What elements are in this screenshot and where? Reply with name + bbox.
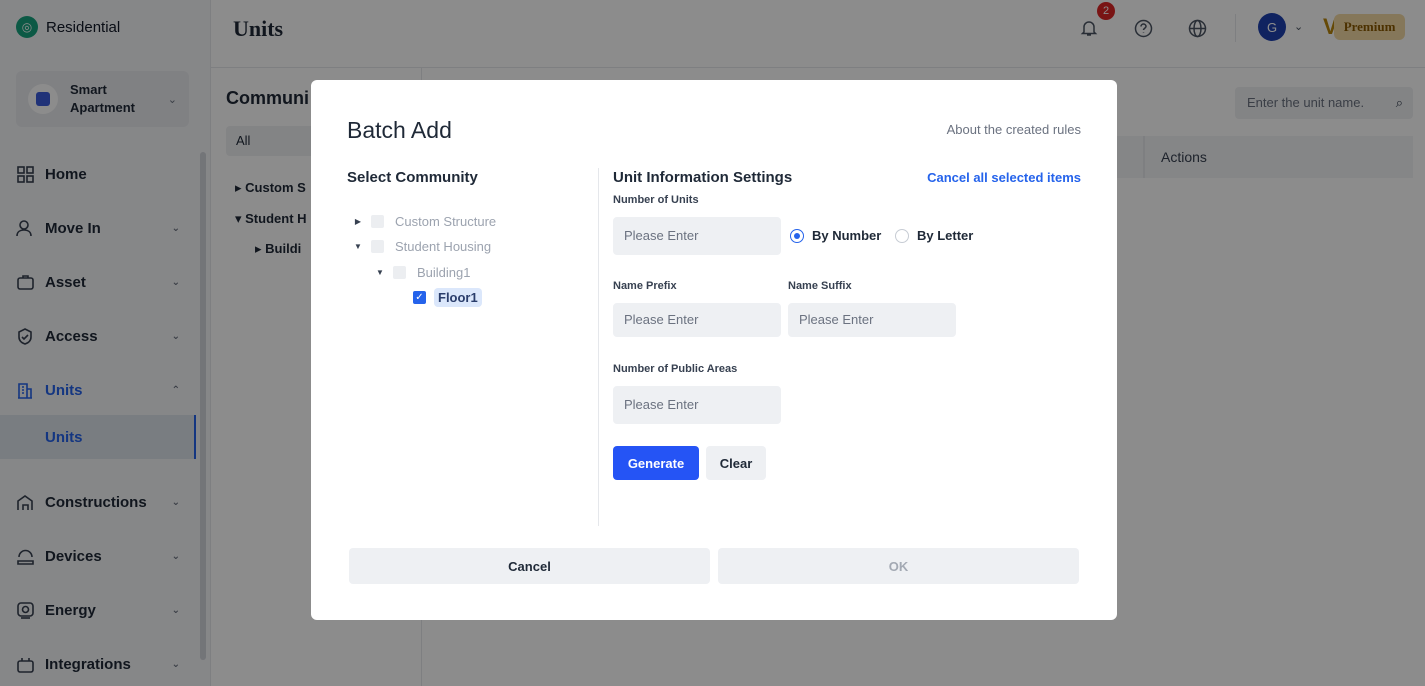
name-suffix-label: Name Suffix bbox=[788, 280, 852, 292]
radio-dot[interactable] bbox=[895, 228, 909, 243]
tree-node-student-housing[interactable]: ▼ Student Housing bbox=[353, 239, 491, 254]
modal-divider bbox=[598, 168, 599, 526]
radio-by-letter[interactable]: By Letter bbox=[895, 228, 973, 243]
radio-label: By Number bbox=[812, 228, 882, 243]
name-prefix-label: Name Prefix bbox=[613, 280, 677, 292]
tree-node-label: Floor1 bbox=[434, 288, 482, 307]
name-prefix-input[interactable]: Please Enter bbox=[613, 303, 781, 337]
tree-node-label: Student Housing bbox=[395, 239, 492, 254]
public-areas-label: Number of Public Areas bbox=[613, 363, 738, 375]
checkbox[interactable] bbox=[371, 240, 384, 253]
checkbox-checked[interactable]: ✓ bbox=[413, 291, 426, 304]
name-suffix-input[interactable]: Please Enter bbox=[788, 303, 956, 337]
radio-dot[interactable] bbox=[790, 228, 804, 243]
cancel-button[interactable]: Cancel bbox=[349, 548, 710, 584]
about-rules-link[interactable]: About the created rules bbox=[947, 122, 1081, 137]
tree-node-building1[interactable]: ▼ Building1 bbox=[375, 265, 471, 280]
number-of-units-label: Number of Units bbox=[613, 194, 699, 206]
modal-title: Batch Add bbox=[347, 117, 452, 143]
tree-node-custom-structure[interactable]: ▶ Custom Structure bbox=[353, 214, 496, 229]
select-community-title: Select Community bbox=[347, 169, 478, 186]
checkbox[interactable] bbox=[371, 215, 384, 228]
batch-add-modal: Batch Add About the created rules Select… bbox=[311, 80, 1117, 620]
radio-label: By Letter bbox=[917, 228, 974, 243]
caret-right-icon[interactable]: ▶ bbox=[353, 217, 363, 226]
checkbox[interactable] bbox=[393, 266, 406, 279]
tree-node-label: Building1 bbox=[417, 265, 471, 280]
clear-button[interactable]: Clear bbox=[706, 446, 766, 480]
radio-by-number[interactable]: By Number bbox=[790, 228, 881, 243]
caret-down-icon[interactable]: ▼ bbox=[353, 242, 363, 251]
tree-node-floor1[interactable]: ✓ Floor1 bbox=[395, 288, 482, 307]
cancel-all-selected-link[interactable]: Cancel all selected items bbox=[927, 170, 1081, 185]
caret-down-icon[interactable]: ▼ bbox=[375, 268, 385, 277]
generate-button[interactable]: Generate bbox=[613, 446, 699, 480]
public-areas-input[interactable]: Please Enter bbox=[613, 386, 781, 424]
unit-info-title: Unit Information Settings bbox=[613, 169, 793, 186]
number-of-units-input[interactable]: Please Enter bbox=[613, 217, 781, 255]
tree-node-label: Custom Structure bbox=[395, 214, 497, 229]
ok-button[interactable]: OK bbox=[718, 548, 1079, 584]
